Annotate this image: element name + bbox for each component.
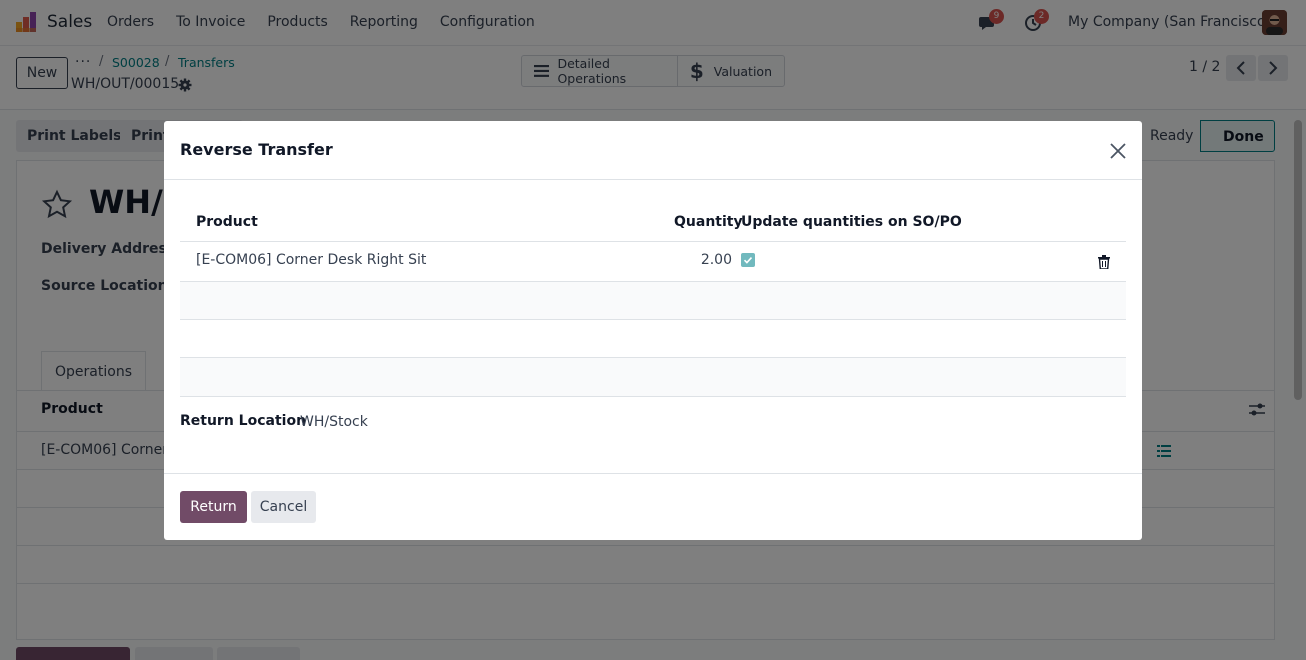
cancel-button[interactable]: Cancel xyxy=(251,491,316,523)
dialog-title: Reverse Transfer xyxy=(180,140,333,159)
row-product[interactable]: [E-COM06] Corner Desk Right Sit xyxy=(196,252,426,268)
update-quantities-checkbox[interactable] xyxy=(741,253,755,267)
return-location-label: Return Location xyxy=(180,413,307,429)
table-row xyxy=(180,281,1126,319)
column-update-quantities[interactable]: Update quantities on SO/PO xyxy=(741,214,962,230)
trash-icon[interactable] xyxy=(1098,255,1110,269)
table-row xyxy=(180,319,1126,357)
dialog-header: Reverse Transfer xyxy=(164,121,1142,180)
return-location-field[interactable]: WH/Stock xyxy=(300,414,368,430)
close-icon[interactable] xyxy=(1108,141,1128,161)
checkmark-icon xyxy=(743,257,753,264)
column-product[interactable]: Product xyxy=(196,214,258,230)
row-quantity[interactable]: 2.00 xyxy=(701,252,732,268)
dialog-footer: Return Cancel xyxy=(164,473,1142,540)
return-button[interactable]: Return xyxy=(180,491,247,523)
table-row[interactable]: [E-COM06] Corner Desk Right Sit 2.00 xyxy=(180,241,1126,279)
table-row xyxy=(180,357,1126,397)
column-quantity[interactable]: Quantity xyxy=(674,214,743,230)
table-header: Product Quantity Update quantities on SO… xyxy=(180,201,1126,241)
reverse-transfer-dialog: Reverse Transfer Product Quantity Update… xyxy=(164,121,1142,540)
